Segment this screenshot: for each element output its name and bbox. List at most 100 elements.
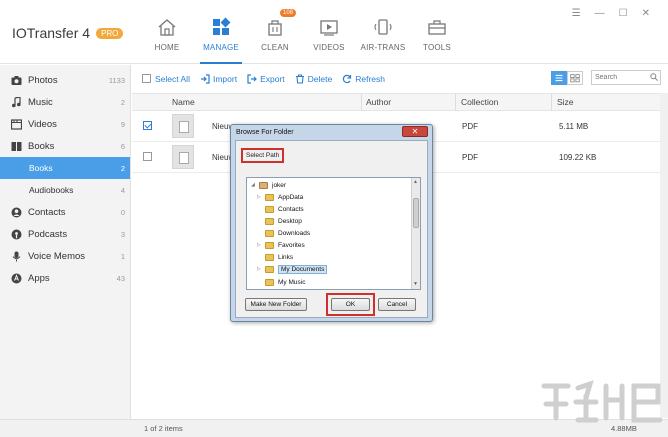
delete-label: Delete (307, 73, 333, 84)
nav-label: VIDEOS (313, 43, 345, 52)
row-checkbox[interactable] (143, 152, 152, 161)
home-icon (158, 19, 176, 36)
nav-clean[interactable]: 108 CLEAN (248, 9, 302, 62)
select-all-label: Select All (155, 73, 190, 84)
minimize-icon[interactable]: — (595, 8, 605, 19)
sidebar-item-count: 2 (120, 163, 125, 173)
film-icon (11, 118, 22, 130)
folder-icon (265, 193, 274, 201)
scroll-down-icon[interactable]: ▼ (413, 281, 418, 287)
nav-videos[interactable]: VIDEOS (302, 10, 356, 62)
collapse-arrow-icon[interactable]: ◢ (251, 182, 257, 188)
tree-item-appdata[interactable]: ▷ AppData (257, 191, 303, 203)
tree-item-label: Desktop (278, 217, 302, 225)
select-all-checkbox[interactable] (142, 74, 151, 83)
expand-arrow-icon[interactable]: ▷ (257, 194, 263, 200)
folder-icon (265, 229, 274, 237)
nav-tools[interactable]: TOOLS (410, 10, 464, 62)
music-note-icon (12, 96, 21, 107)
folder-tree[interactable]: ◢ joker ▷ AppData Contacts Desktop Downl… (246, 177, 421, 290)
sidebar-item-books-sub[interactable]: Books 2 (0, 157, 130, 179)
maximize-icon[interactable]: ☐ (619, 8, 628, 19)
tree-item-links[interactable]: Links (257, 251, 293, 263)
column-size[interactable]: Size (557, 97, 574, 107)
expand-arrow-icon[interactable]: ▷ (257, 266, 263, 272)
refresh-button[interactable]: Refresh (342, 74, 385, 84)
column-author[interactable]: Author (366, 97, 391, 107)
sidebar-item-apps[interactable]: Apps 43 (0, 267, 130, 289)
cancel-button[interactable]: Cancel (378, 298, 416, 311)
tree-item-favorites[interactable]: ▷ Favorites (257, 239, 305, 251)
scroll-up-icon[interactable]: ▲ (413, 179, 418, 185)
tree-item-my-music[interactable]: My Music (257, 276, 305, 288)
sidebar-item-label: Apps (28, 272, 50, 284)
select-all-button[interactable]: Select All (142, 74, 190, 84)
nav-label: HOME (154, 43, 180, 52)
refresh-label: Refresh (355, 73, 385, 84)
book-thumbnail (172, 114, 194, 138)
scroll-thumb[interactable] (413, 198, 419, 228)
video-icon (320, 20, 338, 36)
export-icon (247, 73, 257, 84)
nav-label: TOOLS (423, 43, 451, 52)
tree-item-my-documents[interactable]: ▷ My Documents (257, 263, 328, 275)
user-folder-icon (259, 181, 268, 189)
tree-item-downloads[interactable]: Downloads (257, 227, 310, 239)
folder-icon (265, 217, 274, 225)
apps-icon (11, 273, 22, 283)
import-label: Import (212, 73, 238, 84)
tree-item-contacts[interactable]: Contacts (257, 203, 304, 215)
tree-item-label: My Documents (278, 264, 328, 274)
sidebar-item-contacts[interactable]: Contacts 0 (0, 201, 130, 223)
toolbar: Select All Import Export Delete Refresh (132, 65, 668, 92)
search-icon[interactable] (650, 73, 658, 81)
main-nav: HOME MANAGE 108 CLEAN VIDEOS AIR-TRANS T… (140, 9, 464, 64)
nav-air-trans[interactable]: AIR-TRANS (356, 10, 410, 62)
microphone-icon (12, 251, 21, 261)
dialog-close-button[interactable]: ✕ (402, 126, 428, 137)
sidebar-item-count: 3 (120, 229, 125, 239)
main-scrollbar[interactable] (660, 93, 668, 418)
export-label: Export (260, 73, 285, 84)
close-icon[interactable]: ✕ (642, 8, 650, 19)
folder-icon (265, 241, 274, 249)
sidebar-item-videos[interactable]: Videos 9 (0, 113, 130, 135)
tree-scrollbar[interactable]: ▲ ▼ (411, 178, 420, 289)
tree-item-joker[interactable]: ◢ joker (251, 179, 286, 191)
column-collection[interactable]: Collection (461, 97, 498, 107)
make-new-folder-button[interactable]: Make New Folder (245, 298, 307, 311)
sidebar-item-podcasts[interactable]: Podcasts 3 (0, 223, 130, 245)
delete-button[interactable]: Delete (295, 73, 333, 84)
row-size: 5.11 MB (559, 122, 589, 131)
sidebar-item-voice-memos[interactable]: Voice Memos 1 (0, 245, 130, 267)
sidebar-item-label: Contacts (28, 206, 66, 218)
podcast-icon (11, 229, 22, 239)
grid-view-button[interactable] (567, 71, 583, 85)
toolbox-icon (428, 20, 446, 35)
tree-item-label: Downloads (278, 229, 311, 237)
nav-home[interactable]: HOME (140, 10, 194, 62)
sidebar-item-photos[interactable]: Photos 1133 (0, 69, 130, 91)
trash-icon (295, 73, 304, 84)
app-name: IOTransfer 4 (12, 25, 91, 41)
ok-button[interactable]: OK (331, 298, 370, 311)
tree-item-label: joker (272, 181, 287, 189)
dialog-title: Browse For Folder (236, 129, 294, 136)
export-button[interactable]: Export (247, 74, 285, 84)
app-header: IOTransfer 4 PRO HOME MANAGE 108 CLEAN V… (0, 0, 668, 64)
tree-item-label: AppData (278, 193, 304, 201)
expand-arrow-icon[interactable]: ▷ (257, 242, 263, 248)
sidebar-item-books[interactable]: Books 6 (0, 135, 130, 157)
nav-manage[interactable]: MANAGE (194, 10, 248, 64)
sidebar-item-audiobooks[interactable]: Audiobooks 4 (0, 179, 130, 201)
sidebar-item-count: 9 (120, 119, 125, 129)
list-view-button[interactable] (551, 71, 567, 85)
sidebar-item-count: 2 (120, 97, 125, 107)
sidebar-item-music[interactable]: Music 2 (0, 91, 130, 113)
item-count: 1 of 2 items (144, 424, 183, 433)
menu-icon[interactable]: ☰ (572, 8, 581, 19)
import-button[interactable]: Import (200, 74, 237, 84)
column-name[interactable]: Name (172, 97, 195, 107)
row-checkbox[interactable] (143, 121, 152, 130)
tree-item-desktop[interactable]: Desktop (257, 215, 302, 227)
